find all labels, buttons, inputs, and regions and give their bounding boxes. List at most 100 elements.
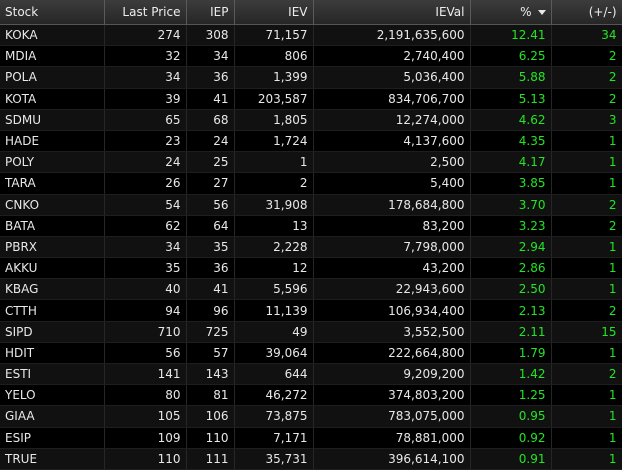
table-row[interactable]: POLA 34 36 1,399 5,036,400 5.88 2 [0,66,622,89]
header-row: Stock Last Price IEP IEV IEVal % (+/-) [0,0,622,25]
cell-change: 3 [551,109,622,131]
cell-change: 1 [551,172,622,195]
table-row[interactable]: TARA 26 27 2 5,400 3.85 1 [0,172,622,195]
cell-iev: 7,171 [234,427,314,449]
cell-last-price: 94 [104,299,187,322]
column-header-stock[interactable]: Stock [0,0,105,25]
cell-last-price: 32 [104,45,187,68]
cell-iep: 143 [186,363,235,386]
cell-pct: 2.50 [470,278,552,301]
cell-pct: 2.86 [470,257,552,280]
cell-last-price: 105 [104,405,187,428]
table-row[interactable]: KOKA 274 308 71,157 2,191,635,600 12.41 34 [0,24,622,47]
table-row[interactable]: GIAA 105 106 73,875 783,075,000 0.95 1 [0,405,622,428]
cell-change: 1 [551,257,622,280]
table-row[interactable]: SDMU 65 68 1,805 12,274,000 4.62 3 [0,109,622,131]
cell-iep: 56 [186,194,235,216]
cell-change: 2 [551,88,622,110]
cell-stock: BATA [0,215,105,237]
cell-last-price: 109 [104,427,187,449]
cell-ieval: 222,664,800 [313,342,471,365]
cell-ieval: 3,552,500 [313,321,471,343]
table-row[interactable]: KBAG 40 41 5,596 22,943,600 2.50 1 [0,278,622,301]
cell-stock: AKKU [0,257,105,280]
cell-ieval: 396,614,100 [313,448,471,470]
cell-pct: 5.88 [470,66,552,89]
cell-last-price: 23 [104,130,187,153]
table-row[interactable]: SIPD 710 725 49 3,552,500 2.11 15 [0,321,622,343]
cell-ieval: 9,209,200 [313,363,471,386]
cell-ieval: 106,934,400 [313,299,471,322]
table-row[interactable]: CTTH 94 96 11,139 106,934,400 2.13 2 [0,299,622,322]
cell-last-price: 40 [104,278,187,301]
cell-pct: 3.70 [470,194,552,216]
cell-stock: SIPD [0,321,105,343]
table-row[interactable]: CNKO 54 56 31,908 178,684,800 3.70 2 [0,194,622,216]
cell-ieval: 5,400 [313,172,471,195]
cell-stock: MDIA [0,45,105,68]
cell-stock: KOKA [0,24,105,47]
cell-iep: 110 [186,427,235,449]
cell-stock: KBAG [0,278,105,301]
cell-iep: 27 [186,172,235,195]
column-header-change[interactable]: (+/-) [551,0,622,25]
cell-stock: ESIP [0,427,105,449]
cell-iev: 49 [234,321,314,343]
cell-iev: 5,596 [234,278,314,301]
cell-last-price: 56 [104,342,187,365]
cell-pct: 1.42 [470,363,552,386]
cell-change: 2 [551,45,622,68]
table-row[interactable]: HDIT 56 57 39,064 222,664,800 1.79 1 [0,342,622,365]
cell-iev: 1,805 [234,109,314,131]
cell-iev: 1,724 [234,130,314,153]
cell-ieval: 2,191,635,600 [313,24,471,47]
sort-desc-icon [537,10,546,15]
cell-iep: 64 [186,215,235,237]
column-header-iep[interactable]: IEP [186,0,235,25]
table-row[interactable]: PBRX 34 35 2,228 7,798,000 2.94 1 [0,236,622,259]
cell-pct: 3.85 [470,172,552,195]
cell-last-price: 39 [104,88,187,110]
cell-last-price: 54 [104,194,187,216]
cell-last-price: 80 [104,384,187,407]
table-row[interactable]: HADE 23 24 1,724 4,137,600 4.35 1 [0,130,622,153]
cell-change: 1 [551,427,622,449]
table-row[interactable]: POLY 24 25 1 2,500 4.17 1 [0,151,622,174]
table-row[interactable]: MDIA 32 34 806 2,740,400 6.25 2 [0,45,622,68]
cell-iep: 111 [186,448,235,470]
cell-ieval: 2,500 [313,151,471,174]
table-row[interactable]: AKKU 35 36 12 43,200 2.86 1 [0,257,622,280]
cell-change: 1 [551,278,622,301]
cell-stock: CNKO [0,194,105,216]
column-header-iev[interactable]: IEV [234,0,314,25]
table-row[interactable]: ESIP 109 110 7,171 78,881,000 0.92 1 [0,427,622,449]
table-row[interactable]: YELO 80 81 46,272 374,803,200 1.25 1 [0,384,622,407]
cell-last-price: 274 [104,24,187,47]
table-row[interactable]: TRUE 110 111 35,731 396,614,100 0.91 1 [0,448,622,470]
column-header-ieval[interactable]: IEVal [313,0,471,25]
column-header-pct[interactable]: % [470,0,552,25]
cell-change: 1 [551,405,622,428]
column-header-pct-label: % [520,5,532,19]
cell-iep: 24 [186,130,235,153]
cell-last-price: 35 [104,257,187,280]
cell-ieval: 78,881,000 [313,427,471,449]
cell-last-price: 710 [104,321,187,343]
cell-iev: 11,139 [234,299,314,322]
cell-ieval: 83,200 [313,215,471,237]
cell-pct: 3.23 [470,215,552,237]
cell-stock: POLA [0,66,105,89]
cell-ieval: 783,075,000 [313,405,471,428]
cell-stock: HDIT [0,342,105,365]
cell-pct: 0.92 [470,427,552,449]
cell-iep: 25 [186,151,235,174]
cell-iep: 34 [186,45,235,68]
cell-change: 15 [551,321,622,343]
cell-stock: SDMU [0,109,105,131]
table-row[interactable]: ESTI 141 143 644 9,209,200 1.42 2 [0,363,622,386]
table-row[interactable]: KOTA 39 41 203,587 834,706,700 5.13 2 [0,88,622,110]
cell-ieval: 22,943,600 [313,278,471,301]
table-row[interactable]: BATA 62 64 13 83,200 3.23 2 [0,215,622,237]
column-header-last-price[interactable]: Last Price [104,0,187,25]
cell-stock: CTTH [0,299,105,322]
